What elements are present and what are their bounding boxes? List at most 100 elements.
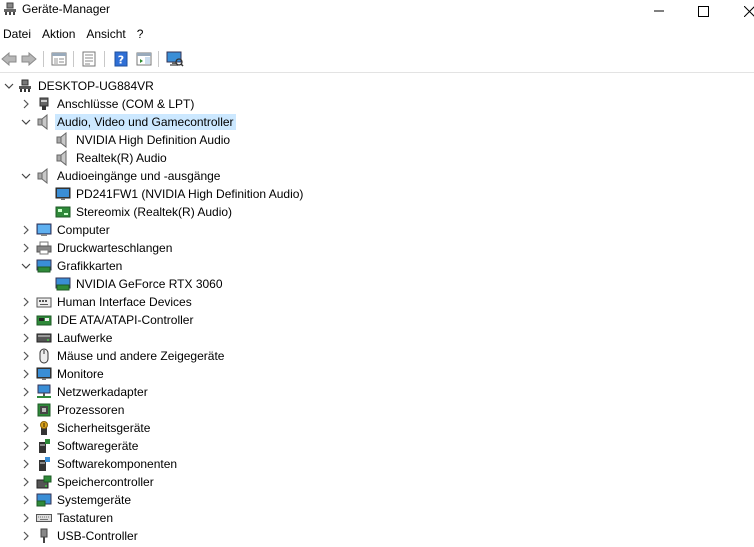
tree-category-usb-controller[interactable]: USB-Controller [0, 527, 754, 545]
speaker-icon [36, 168, 52, 184]
chevron-right-icon[interactable] [20, 241, 32, 255]
chevron-right-icon[interactable] [20, 223, 32, 237]
network-adapter-icon [36, 384, 52, 400]
device-tree[interactable]: DESKTOP-UG884VR Anschlüsse (COM & LPT) A… [0, 77, 754, 545]
chevron-right-icon[interactable] [20, 295, 32, 309]
chevron-right-icon[interactable] [20, 511, 32, 525]
tree-category-audio-video-und-gamecontroller[interactable]: Audio, Video und Gamecontroller [0, 113, 754, 131]
chevron-right-icon[interactable] [20, 349, 32, 363]
back-arrow-icon [1, 52, 17, 66]
chevron-right-icon[interactable] [20, 439, 32, 453]
tree-category-label: Monitore [56, 367, 105, 381]
software-component-icon [36, 456, 52, 472]
maximize-button[interactable] [680, 0, 726, 22]
properties-button[interactable] [80, 50, 98, 68]
mouse-icon [36, 348, 52, 364]
chevron-right-icon[interactable] [20, 457, 32, 471]
tree-category-label: Audio, Video und Gamecontroller [56, 115, 235, 129]
tree-category-human-interface-devices[interactable]: Human Interface Devices [0, 293, 754, 311]
tree-device-label: PD241FW1 (NVIDIA High Definition Audio) [75, 187, 304, 201]
tree-category-speichercontroller[interactable]: Speichercontroller [0, 473, 754, 491]
tree-device-pd241fw1-nvidia-high-definition-audio[interactable]: PD241FW1 (NVIDIA High Definition Audio) [0, 185, 754, 203]
chevron-right-icon[interactable] [20, 367, 32, 381]
tree-category-label: Mäuse und andere Zeigegeräte [56, 349, 225, 363]
tree-category-druckwarteschlangen[interactable]: Druckwarteschlangen [0, 239, 754, 257]
chevron-down-icon[interactable] [3, 79, 15, 93]
storage-controller-icon [36, 474, 52, 490]
chevron-right-icon[interactable] [20, 493, 32, 507]
tree-category-computer[interactable]: Computer [0, 221, 754, 239]
minimize-button[interactable] [636, 0, 682, 22]
tree-category-netzwerkadapter[interactable]: Netzwerkadapter [0, 383, 754, 401]
computer-root-icon [17, 78, 33, 94]
chevron-right-icon[interactable] [20, 385, 32, 399]
tree-category-softwaregerate[interactable]: Softwaregeräte [0, 437, 754, 455]
tree-category-label: Computer [56, 223, 111, 237]
printer-icon [36, 240, 52, 256]
properties-icon [81, 51, 97, 67]
port-icon [36, 96, 52, 112]
tree-category-prozessoren[interactable]: Prozessoren [0, 401, 754, 419]
chevron-right-icon[interactable] [20, 421, 32, 435]
help-button[interactable]: ? [112, 50, 130, 68]
tree-category-sicherheitsgerate[interactable]: Sicherheitsgeräte [0, 419, 754, 437]
tree-category-monitore[interactable]: Monitore [0, 365, 754, 383]
usb-icon [36, 528, 52, 544]
tree-category-label: Sicherheitsgeräte [56, 421, 151, 435]
tree-category-mause-und-andere-zeigegerate[interactable]: Mäuse und andere Zeigegeräte [0, 347, 754, 365]
software-device-icon [36, 438, 52, 454]
monitor-icon [55, 186, 71, 202]
chevron-right-icon[interactable] [20, 475, 32, 489]
tree-category-ide-ata-atapi-controller[interactable]: IDE ATA/ATAPI-Controller [0, 311, 754, 329]
tree-device-realtek-r-audio[interactable]: Realtek(R) Audio [0, 149, 754, 167]
close-button[interactable] [726, 0, 754, 22]
svg-text:?: ? [118, 54, 124, 67]
tree-category-anschlusse-com-lpt[interactable]: Anschlüsse (COM & LPT) [0, 95, 754, 113]
menu-datei[interactable]: Datei [0, 25, 38, 44]
chevron-right-icon[interactable] [20, 529, 32, 543]
chevron-right-icon[interactable] [20, 403, 32, 417]
chevron-down-icon[interactable] [20, 115, 32, 129]
chevron-down-icon[interactable] [20, 259, 32, 273]
tree-device-nvidia-high-definition-audio[interactable]: NVIDIA High Definition Audio [0, 131, 754, 149]
tree-device-stereomix-realtek-r-audio[interactable]: Stereomix (Realtek(R) Audio) [0, 203, 754, 221]
tree-category-label: Softwarekomponenten [56, 457, 178, 471]
audio-device-icon [55, 204, 71, 220]
menu-help[interactable]: ? [133, 25, 151, 44]
display-adapter-icon [36, 258, 52, 274]
tree-device-label: Realtek(R) Audio [75, 151, 168, 165]
speaker-icon [55, 132, 71, 148]
tree-device-label: NVIDIA High Definition Audio [75, 133, 231, 147]
tree-category-grafikkarten[interactable]: Grafikkarten [0, 257, 754, 275]
forward-button[interactable] [20, 50, 38, 68]
menu-aktion[interactable]: Aktion [38, 25, 82, 44]
tree-category-audioeingange-und-ausgange[interactable]: Audioeingänge und -ausgänge [0, 167, 754, 185]
scan-hardware-button[interactable] [166, 50, 184, 68]
tree-category-softwarekomponenten[interactable]: Softwarekomponenten [0, 455, 754, 473]
chevron-down-icon[interactable] [20, 169, 32, 183]
tree-category-label: IDE ATA/ATAPI-Controller [56, 313, 194, 327]
system-device-icon [36, 492, 52, 508]
action-pane-button[interactable] [135, 50, 153, 68]
show-hide-console-tree-button[interactable] [50, 50, 68, 68]
close-icon [744, 6, 754, 17]
disk-drive-icon [36, 330, 52, 346]
chevron-right-icon[interactable] [20, 331, 32, 345]
tree-category-label: Netzwerkadapter [56, 385, 149, 399]
toolbar-separator [158, 51, 159, 67]
tree-category-label: Prozessoren [56, 403, 125, 417]
chevron-right-icon[interactable] [20, 97, 32, 111]
back-button[interactable] [0, 50, 18, 68]
console-tree-icon [51, 51, 67, 67]
menu-ansicht[interactable]: Ansicht [82, 25, 132, 44]
toolbar: ? [0, 45, 754, 73]
tree-category-label: Laufwerke [56, 331, 113, 345]
tree-device-nvidia-geforce-rtx-3060[interactable]: NVIDIA GeForce RTX 3060 [0, 275, 754, 293]
chevron-right-icon[interactable] [20, 313, 32, 327]
tree-category-laufwerke[interactable]: Laufwerke [0, 329, 754, 347]
tree-category-tastaturen[interactable]: Tastaturen [0, 509, 754, 527]
speaker-icon [55, 150, 71, 166]
tree-root[interactable]: DESKTOP-UG884VR [0, 77, 754, 95]
tree-category-systemgerate[interactable]: Systemgeräte [0, 491, 754, 509]
tree-category-label: Human Interface Devices [56, 295, 193, 309]
